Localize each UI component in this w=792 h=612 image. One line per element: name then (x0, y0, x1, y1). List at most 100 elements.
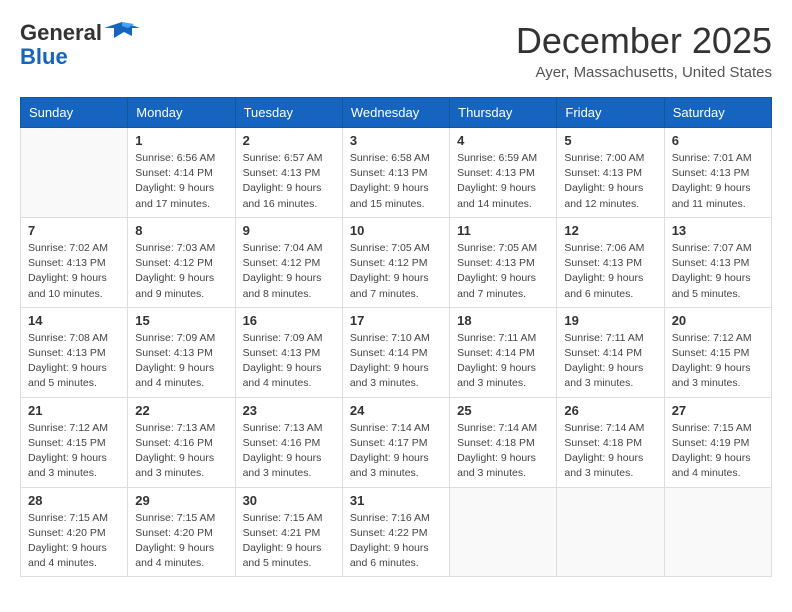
day-number: 18 (457, 313, 549, 328)
day-info: Sunrise: 7:09 AMSunset: 4:13 PMDaylight:… (243, 331, 335, 392)
calendar-cell (450, 487, 557, 577)
day-info: Sunrise: 7:05 AMSunset: 4:13 PMDaylight:… (457, 241, 549, 302)
day-number: 31 (350, 493, 442, 508)
calendar-cell: 10 Sunrise: 7:05 AMSunset: 4:12 PMDayligh… (342, 217, 449, 307)
day-info: Sunrise: 7:13 AMSunset: 4:16 PMDaylight:… (243, 421, 335, 482)
calendar-cell: 12 Sunrise: 7:06 AMSunset: 4:13 PMDayligh… (557, 217, 664, 307)
day-number: 17 (350, 313, 442, 328)
day-number: 26 (564, 403, 656, 418)
day-number: 20 (672, 313, 764, 328)
day-number: 22 (135, 403, 227, 418)
calendar-cell (664, 487, 771, 577)
calendar-cell: 11Sunrise: 7:05 AMSunset: 4:13 PMDayligh… (450, 217, 557, 307)
calendar-cell: 9Sunrise: 7:04 AMSunset: 4:12 PMDaylight… (235, 217, 342, 307)
day-number: 5 (564, 133, 656, 148)
day-info: Sunrise: 7:15 AMSunset: 4:20 PMDaylight:… (28, 511, 120, 572)
calendar-cell: 26 Sunrise: 7:14 AMSunset: 4:18 PMDayligh… (557, 397, 664, 487)
calendar-week-row: 1Sunrise: 6:56 AMSunset: 4:14 PMDaylight… (21, 128, 772, 218)
calendar-week-row: 21 Sunrise: 7:12 AMSunset: 4:15 PMDayligh… (21, 397, 772, 487)
calendar-header-thursday: Thursday (450, 98, 557, 128)
day-info: Sunrise: 7:13 AMSunset: 4:16 PMDaylight:… (135, 421, 227, 482)
calendar-cell: 17 Sunrise: 7:10 AMSunset: 4:14 PMDayligh… (342, 307, 449, 397)
day-info: Sunrise: 7:05 AMSunset: 4:12 PMDaylight:… (350, 241, 442, 302)
calendar-header-tuesday: Tuesday (235, 98, 342, 128)
calendar-cell: 22 Sunrise: 7:13 AMSunset: 4:16 PMDayligh… (128, 397, 235, 487)
day-info: Sunrise: 7:00 AMSunset: 4:13 PMDaylight:… (564, 151, 656, 212)
day-number: 27 (672, 403, 764, 418)
day-number: 9 (243, 223, 335, 238)
calendar-cell: 31 Sunrise: 7:16 AMSunset: 4:22 PMDayligh… (342, 487, 449, 577)
day-number: 10 (350, 223, 442, 238)
day-info: Sunrise: 7:11 AMSunset: 4:14 PMDaylight:… (564, 331, 656, 392)
day-info: Sunrise: 7:15 AMSunset: 4:19 PMDaylight:… (672, 421, 764, 482)
day-info: Sunrise: 7:15 AMSunset: 4:20 PMDaylight:… (135, 511, 227, 572)
day-info: Sunrise: 7:07 AMSunset: 4:13 PMDaylight:… (672, 241, 764, 302)
calendar-cell: 6Sunrise: 7:01 AMSunset: 4:13 PMDaylight… (664, 128, 771, 218)
day-info: Sunrise: 7:06 AMSunset: 4:13 PMDaylight:… (564, 241, 656, 302)
day-number: 1 (135, 133, 227, 148)
logo: General Blue (20, 20, 140, 68)
day-number: 24 (350, 403, 442, 418)
calendar-cell: 5 Sunrise: 7:00 AMSunset: 4:13 PMDaylight… (557, 128, 664, 218)
day-number: 6 (672, 133, 764, 148)
calendar-cell: 25 Sunrise: 7:14 AMSunset: 4:18 PMDayligh… (450, 397, 557, 487)
day-info: Sunrise: 7:10 AMSunset: 4:14 PMDaylight:… (350, 331, 442, 392)
calendar-cell: 4 Sunrise: 6:59 AMSunset: 4:13 PMDaylight… (450, 128, 557, 218)
day-number: 4 (457, 133, 549, 148)
calendar-cell: 3 Sunrise: 6:58 AMSunset: 4:13 PMDaylight… (342, 128, 449, 218)
day-info: Sunrise: 7:12 AMSunset: 4:15 PMDaylight:… (28, 421, 120, 482)
day-number: 3 (350, 133, 442, 148)
calendar-cell: 8 Sunrise: 7:03 AMSunset: 4:12 PMDaylight… (128, 217, 235, 307)
day-info: Sunrise: 7:03 AMSunset: 4:12 PMDaylight:… (135, 241, 227, 302)
title-section: December 2025 Ayer, Massachusetts, Unite… (516, 20, 772, 81)
logo-general: General (20, 22, 102, 44)
day-info: Sunrise: 7:02 AMSunset: 4:13 PMDaylight:… (28, 241, 120, 302)
calendar-header-friday: Friday (557, 98, 664, 128)
day-info: Sunrise: 6:58 AMSunset: 4:13 PMDaylight:… (350, 151, 442, 212)
location-title: Ayer, Massachusetts, United States (516, 64, 772, 81)
calendar-week-row: 7 Sunrise: 7:02 AMSunset: 4:13 PMDaylight… (21, 217, 772, 307)
calendar-cell: 21 Sunrise: 7:12 AMSunset: 4:15 PMDayligh… (21, 397, 128, 487)
day-info: Sunrise: 6:59 AMSunset: 4:13 PMDaylight:… (457, 151, 549, 212)
calendar-cell (557, 487, 664, 577)
page-header: General Blue December 2025 Ayer, Massach… (20, 20, 772, 81)
calendar-header-saturday: Saturday (664, 98, 771, 128)
day-number: 8 (135, 223, 227, 238)
calendar-cell (21, 128, 128, 218)
logo-bird-icon (104, 18, 140, 46)
day-number: 19 (564, 313, 656, 328)
calendar-cell: 18 Sunrise: 7:11 AMSunset: 4:14 PMDayligh… (450, 307, 557, 397)
day-number: 2 (243, 133, 335, 148)
day-info: Sunrise: 7:08 AMSunset: 4:13 PMDaylight:… (28, 331, 120, 392)
day-number: 16 (243, 313, 335, 328)
day-number: 21 (28, 403, 120, 418)
day-info: Sunrise: 7:14 AMSunset: 4:18 PMDaylight:… (564, 421, 656, 482)
calendar-cell: 27 Sunrise: 7:15 AMSunset: 4:19 PMDayligh… (664, 397, 771, 487)
calendar-header-wednesday: Wednesday (342, 98, 449, 128)
day-info: Sunrise: 7:12 AMSunset: 4:15 PMDaylight:… (672, 331, 764, 392)
day-number: 30 (243, 493, 335, 508)
calendar-cell: 2Sunrise: 6:57 AMSunset: 4:13 PMDaylight… (235, 128, 342, 218)
calendar-header-row: SundayMondayTuesdayWednesdayThursdayFrid… (21, 98, 772, 128)
day-number: 29 (135, 493, 227, 508)
calendar-header-monday: Monday (128, 98, 235, 128)
day-number: 12 (564, 223, 656, 238)
calendar-cell: 20 Sunrise: 7:12 AMSunset: 4:15 PMDayligh… (664, 307, 771, 397)
day-number: 25 (457, 403, 549, 418)
calendar-cell: 28 Sunrise: 7:15 AMSunset: 4:20 PMDayligh… (21, 487, 128, 577)
day-number: 28 (28, 493, 120, 508)
calendar-cell: 29 Sunrise: 7:15 AMSunset: 4:20 PMDayligh… (128, 487, 235, 577)
day-number: 7 (28, 223, 120, 238)
day-info: Sunrise: 7:14 AMSunset: 4:17 PMDaylight:… (350, 421, 442, 482)
calendar-cell: 16 Sunrise: 7:09 AMSunset: 4:13 PMDayligh… (235, 307, 342, 397)
calendar-cell: 7 Sunrise: 7:02 AMSunset: 4:13 PMDaylight… (21, 217, 128, 307)
calendar-cell: 23 Sunrise: 7:13 AMSunset: 4:16 PMDayligh… (235, 397, 342, 487)
logo-blue: Blue (20, 46, 68, 68)
day-number: 15 (135, 313, 227, 328)
calendar-week-row: 28 Sunrise: 7:15 AMSunset: 4:20 PMDayligh… (21, 487, 772, 577)
day-info: Sunrise: 7:16 AMSunset: 4:22 PMDaylight:… (350, 511, 442, 572)
day-info: Sunrise: 7:14 AMSunset: 4:18 PMDaylight:… (457, 421, 549, 482)
day-number: 23 (243, 403, 335, 418)
calendar-table: SundayMondayTuesdayWednesdayThursdayFrid… (20, 97, 772, 577)
day-info: Sunrise: 7:11 AMSunset: 4:14 PMDaylight:… (457, 331, 549, 392)
